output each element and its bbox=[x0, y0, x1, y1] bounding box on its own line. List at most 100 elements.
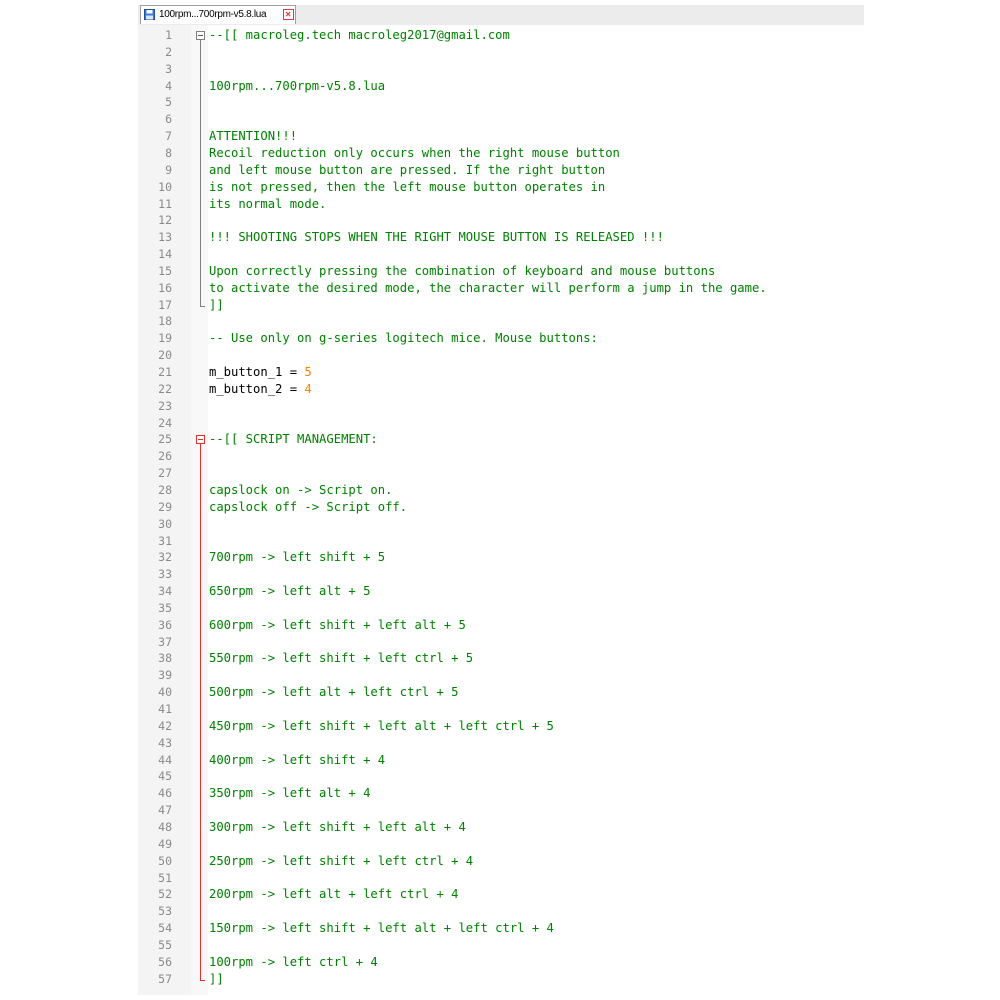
code-line[interactable]: 33 bbox=[138, 566, 864, 583]
code-line[interactable]: 15 Upon correctly pressing the combinatio… bbox=[138, 263, 864, 280]
code-line[interactable]: 32 700rpm -> left shift + 5 bbox=[138, 549, 864, 566]
code-line[interactable]: 28 capslock on -> Script on. bbox=[138, 482, 864, 499]
code-line[interactable]: 12 bbox=[138, 212, 864, 229]
line-number: 50 bbox=[158, 853, 172, 868]
code-line[interactable]: 13 !!! SHOOTING STOPS WHEN THE RIGHT MOUS… bbox=[138, 229, 864, 246]
line-number: 9 bbox=[165, 162, 172, 177]
line-code: and left mouse button are pressed. If th… bbox=[209, 162, 605, 179]
line-number: 8 bbox=[165, 145, 172, 160]
comment-text: 600rpm -> left shift + left alt + 5 bbox=[209, 617, 466, 632]
code-line[interactable]: 18 bbox=[138, 313, 864, 330]
code-line[interactable]: 37 bbox=[138, 634, 864, 651]
code-line[interactable]: 50 250rpm -> left shift + left ctrl + 4 bbox=[138, 853, 864, 870]
line-code: m_button_1 = 5 bbox=[209, 364, 312, 381]
line-number: 21 bbox=[158, 365, 172, 379]
code-line[interactable]: 1 --[[ macroleg.tech macroleg2017@gmail.c… bbox=[138, 27, 864, 44]
code-line[interactable]: 30 bbox=[138, 516, 864, 533]
code-line[interactable]: 24 bbox=[138, 415, 864, 432]
line-number: 40 bbox=[158, 685, 172, 700]
code-line[interactable]: 31 bbox=[138, 533, 864, 550]
code-line[interactable]: 4 100rpm...700rpm-v5.8.lua bbox=[138, 78, 864, 95]
line-number: 53 bbox=[158, 904, 172, 919]
code-line[interactable]: 43 bbox=[138, 735, 864, 752]
code-line[interactable]: 29 capslock off -> Script off. bbox=[138, 499, 864, 516]
close-icon[interactable] bbox=[283, 9, 294, 20]
code-line[interactable]: 6 bbox=[138, 111, 864, 128]
code-line[interactable]: 10 is not pressed, then the left mouse bu… bbox=[138, 179, 864, 196]
line-number: 23 bbox=[158, 398, 172, 413]
code-line[interactable]: 9 and left mouse button are pressed. If t… bbox=[138, 162, 864, 179]
file-tab[interactable]: 100rpm...700rpm-v5.8.lua bbox=[140, 5, 296, 24]
comment-text: ]] bbox=[209, 297, 224, 312]
code-line[interactable]: 25 --[[ SCRIPT MANAGEMENT: bbox=[138, 431, 864, 448]
code-line[interactable]: 14 bbox=[138, 246, 864, 263]
code-line[interactable]: 52 200rpm -> left alt + left ctrl + 4 bbox=[138, 886, 864, 903]
code-line[interactable]: 19 -- Use only on g-series logitech mice.… bbox=[138, 330, 864, 347]
line-number: 27 bbox=[158, 466, 172, 481]
code-line[interactable]: 41 bbox=[138, 701, 864, 718]
code-line[interactable]: 36 600rpm -> left shift + left alt + 5 bbox=[138, 617, 864, 634]
fold-toggle-icon[interactable] bbox=[196, 435, 205, 445]
code-line[interactable]: 47 bbox=[138, 802, 864, 819]
code-line[interactable]: 55 bbox=[138, 937, 864, 954]
comment-text: 700rpm -> left shift + 5 bbox=[209, 550, 386, 565]
code-line[interactable]: 34 650rpm -> left alt + 5 bbox=[138, 583, 864, 600]
comment-text: !!! SHOOTING STOPS WHEN THE RIGHT MOUSE … bbox=[209, 230, 664, 245]
comment-text: 350rpm -> left alt + 4 bbox=[209, 786, 371, 801]
code-line[interactable]: 26 bbox=[138, 448, 864, 465]
code-line[interactable]: 23 bbox=[138, 398, 864, 415]
code-line[interactable]: 5 bbox=[138, 94, 864, 111]
line-code: capslock on -> Script on. bbox=[209, 482, 392, 499]
code-line[interactable]: 3 bbox=[138, 61, 864, 78]
code-line[interactable]: 49 bbox=[138, 836, 864, 853]
line-number: 46 bbox=[158, 786, 172, 801]
code-line[interactable]: 54 150rpm -> left shift + left alt + left… bbox=[138, 920, 864, 937]
comment-text: and left mouse button are pressed. If th… bbox=[209, 162, 606, 177]
line-number: 56 bbox=[158, 954, 172, 969]
code-line[interactable]: 20 bbox=[138, 347, 864, 364]
line-number: 39 bbox=[158, 668, 172, 683]
code-line[interactable]: 53 bbox=[138, 903, 864, 920]
code-line[interactable]: 56 100rpm -> left ctrl + 4 bbox=[138, 954, 864, 971]
code-line[interactable]: 45 bbox=[138, 768, 864, 785]
code-line[interactable]: 42 450rpm -> left shift + left alt + left… bbox=[138, 718, 864, 735]
code-line[interactable]: 2 bbox=[138, 44, 864, 61]
comment-text: 100rpm...700rpm-v5.8.lua bbox=[209, 78, 386, 93]
code-line[interactable]: 22 m_button_2 = 4 bbox=[138, 381, 864, 398]
code-line[interactable]: 40 500rpm -> left alt + left ctrl + 5 bbox=[138, 684, 864, 701]
code-line[interactable]: 7 ATTENTION!!! bbox=[138, 128, 864, 145]
line-code: 500rpm -> left alt + left ctrl + 5 bbox=[209, 684, 458, 701]
comment-text: capslock on -> Script on. bbox=[209, 482, 393, 497]
code-line[interactable]: 46 350rpm -> left alt + 4 bbox=[138, 785, 864, 802]
line-code: -- Use only on g-series logitech mice. M… bbox=[209, 330, 598, 347]
fold-toggle-icon[interactable] bbox=[196, 31, 205, 40]
line-number: 12 bbox=[158, 213, 172, 228]
line-number: 43 bbox=[158, 735, 172, 750]
line-code: Recoil reduction only occurs when the ri… bbox=[209, 145, 620, 162]
line-code: ATTENTION!!! bbox=[209, 128, 297, 145]
code-line[interactable]: 35 bbox=[138, 600, 864, 617]
fold-end-marker bbox=[200, 305, 205, 307]
code-line[interactable]: 48 300rpm -> left shift + left alt + 4 bbox=[138, 819, 864, 836]
code-line[interactable]: 16 to activate the desired mode, the char… bbox=[138, 280, 864, 297]
code-line[interactable]: 51 bbox=[138, 870, 864, 887]
code-line[interactable]: 39 bbox=[138, 667, 864, 684]
code-line[interactable]: 38 550rpm -> left shift + left ctrl + 5 bbox=[138, 650, 864, 667]
line-number: 16 bbox=[158, 280, 172, 295]
code-line[interactable]: 17]] bbox=[138, 297, 864, 314]
code-line[interactable]: 27 bbox=[138, 465, 864, 482]
code-line[interactable]: 21 m_button_1 = 5 bbox=[138, 364, 864, 381]
line-number: 35 bbox=[158, 600, 172, 615]
code-line[interactable]: 44 400rpm -> left shift + 4 bbox=[138, 752, 864, 769]
line-code: 400rpm -> left shift + 4 bbox=[209, 752, 385, 769]
line-code: 300rpm -> left shift + left alt + 4 bbox=[209, 819, 466, 836]
line-code: to activate the desired mode, the charac… bbox=[209, 280, 767, 297]
line-number: 3 bbox=[165, 61, 172, 76]
line-number: 32 bbox=[158, 550, 172, 565]
line-number: 20 bbox=[158, 348, 172, 363]
save-icon bbox=[144, 9, 155, 20]
code-line[interactable]: 11 its normal mode. bbox=[138, 196, 864, 213]
code-line[interactable]: 8 Recoil reduction only occurs when the r… bbox=[138, 145, 864, 162]
code-line[interactable]: 57]] bbox=[138, 971, 864, 988]
line-number: 19 bbox=[158, 331, 172, 346]
